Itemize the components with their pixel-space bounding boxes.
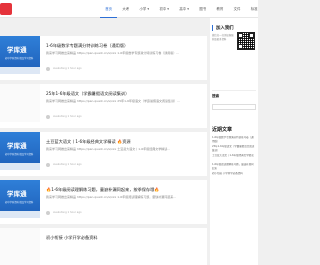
post-thumbnail[interactable] xyxy=(0,84,40,122)
thumbnail-subtitle: 初中学科资料 精品学习资料 xyxy=(5,201,34,204)
join-us-text: 微信扫一扫添加客服 获取更多资料 xyxy=(212,34,234,41)
thumbnail-title: 学库通 xyxy=(7,142,27,150)
nav-item-education[interactable]: 教育 xyxy=(211,0,228,18)
post-title[interactable]: 25年1-6年级语文（学霸暑假语文阅读集训） xyxy=(46,91,202,97)
post-thumbnail[interactable] xyxy=(0,228,40,265)
thumbnail-band xyxy=(0,67,40,74)
avatar xyxy=(46,114,50,119)
main-nav: 首页 大考 小学 ▾ 初中 ▾ 高中 ▾ 图书 教育 文件 标准自主学习 xyxy=(100,0,258,18)
page: 首页 大考 小学 ▾ 初中 ▾ 高中 ▾ 图书 教育 文件 标准自主学习 学库通… xyxy=(0,0,258,265)
recent-post-link[interactable]: 土豆蓝大语文丨1-6年级经典文学精读 xyxy=(212,154,256,161)
sidebar: 加入我们 微信扫一扫添加客服 获取更多资料 搜索 近期文章 1-6年级数学专题满… xyxy=(210,18,258,265)
list-item[interactable]: 学库通 初中学科资料 精品学习资料 土豆蓝大语文丨1-6年级经典文学精读 🔥资源… xyxy=(0,132,207,176)
thumbnail-title: 学库通 xyxy=(7,190,27,198)
post-title[interactable]: 🔥1-6年级阅读理解练习题，童缺补漏同起来，按季保存哦🔥 xyxy=(46,187,202,193)
avatar xyxy=(46,162,50,167)
post-meta-text: xuekutong 1 hour ago xyxy=(53,163,82,166)
post-title[interactable]: 初小衔接 小学开学必备资料 xyxy=(46,235,202,241)
nav-item-senior[interactable]: 高中 ▾ xyxy=(174,0,194,18)
recent-post-link[interactable]: 25年1-6年级语文（学霸暑假语文阅读集训） xyxy=(212,145,256,152)
post-excerpt: 我来学习网推出来精品 https://pan.quark.cn/s/xxx 1-… xyxy=(46,195,177,199)
post-excerpt: 我来学习网推出来精品 https://pan.quark.cn/s/xxx 25… xyxy=(46,99,181,103)
post-meta-text: xuekutong 1 hour ago xyxy=(53,211,82,214)
search-input[interactable] xyxy=(212,104,256,110)
post-title[interactable]: 1-6年级数学专题满分特训练习卷（通用版） xyxy=(46,43,202,49)
recent-post-link[interactable]: 初小衔接 小学开学必备资料 xyxy=(212,172,256,179)
post-thumbnail[interactable]: 学库通 初中学科资料 精品学习资料 xyxy=(0,36,40,74)
post-meta-text: xuekutong 1 hour ago xyxy=(53,115,82,118)
thumbnail-subtitle: 初中学科资料 精品学习资料 xyxy=(5,57,34,60)
avatar xyxy=(46,210,50,215)
thumbnail-title: 学库通 xyxy=(7,46,27,54)
nav-item-exam[interactable]: 大考 xyxy=(117,0,134,18)
nav-item-books[interactable]: 图书 xyxy=(194,0,211,18)
post-title[interactable]: 土豆蓝大语文丨1-6年级经典文学精读 🔥资源 xyxy=(46,139,202,145)
recent-posts-heading: 近期文章 xyxy=(212,127,233,133)
list-item[interactable]: 学库通 初中学科资料 精品学习资料 1-6年级数学专题满分特训练习卷（通用版） … xyxy=(0,36,207,80)
post-thumbnail[interactable]: 学库通 初中学科资料 精品学习资料 xyxy=(0,132,40,170)
nav-item-junior[interactable]: 初中 ▾ xyxy=(154,0,174,18)
list-item[interactable]: 25年1-6年级语文（学霸暑假语文阅读集训） 我来学习网推出来精品 https:… xyxy=(0,84,207,128)
thumbnail-band xyxy=(0,163,40,170)
post-thumbnail[interactable]: 学库通 初中学科资料 精品学习资料 xyxy=(0,180,40,218)
nav-item-primary[interactable]: 小学 ▾ xyxy=(134,0,154,18)
join-us-heading: 加入我们 xyxy=(212,25,234,31)
nav-item-home[interactable]: 首页 xyxy=(100,0,118,18)
avatar xyxy=(46,66,50,71)
post-meta: xuekutong 1 hour ago xyxy=(46,66,82,71)
divider xyxy=(212,90,256,91)
post-meta: xuekutong 1 hour ago xyxy=(46,162,82,167)
search-heading: 搜索 xyxy=(212,94,220,98)
recent-post-link[interactable]: 1-6年级阅读理解练习题，童缺补漏同起来 xyxy=(212,163,256,170)
thumbnail-subtitle: 初中学科资料 精品学习资料 xyxy=(5,153,34,156)
post-meta-text: xuekutong 1 hour ago xyxy=(53,67,82,70)
site-logo[interactable] xyxy=(0,3,12,15)
list-item[interactable]: 学库通 初中学科资料 精品学习资料 🔥1-6年级阅读理解练习题，童缺补漏同起来，… xyxy=(0,180,207,224)
post-excerpt: 我来学习网推出来精品 https://pan.quark.cn/s/xxx 1-… xyxy=(46,51,180,55)
nav-item-files[interactable]: 文件 xyxy=(228,0,245,18)
nav-item-self-study[interactable]: 标准自主学习 xyxy=(246,0,258,18)
thumbnail-band xyxy=(0,211,40,218)
qr-code-icon xyxy=(237,32,255,50)
top-navigation-bar: 首页 大考 小学 ▾ 初中 ▾ 高中 ▾ 图书 教育 文件 标准自主学习 xyxy=(0,0,258,18)
recent-post-link[interactable]: 1-6年级数学专题满分特训练习卷（通用版） xyxy=(212,136,256,143)
post-meta: xuekutong 1 hour ago xyxy=(46,114,82,119)
post-excerpt: 我来学习网推出来精品 https://pan.quark.cn/s/xxx 土豆… xyxy=(46,147,171,151)
list-item[interactable]: 初小衔接 小学开学必备资料 xyxy=(0,228,207,265)
post-meta: xuekutong 1 hour ago xyxy=(46,210,82,215)
